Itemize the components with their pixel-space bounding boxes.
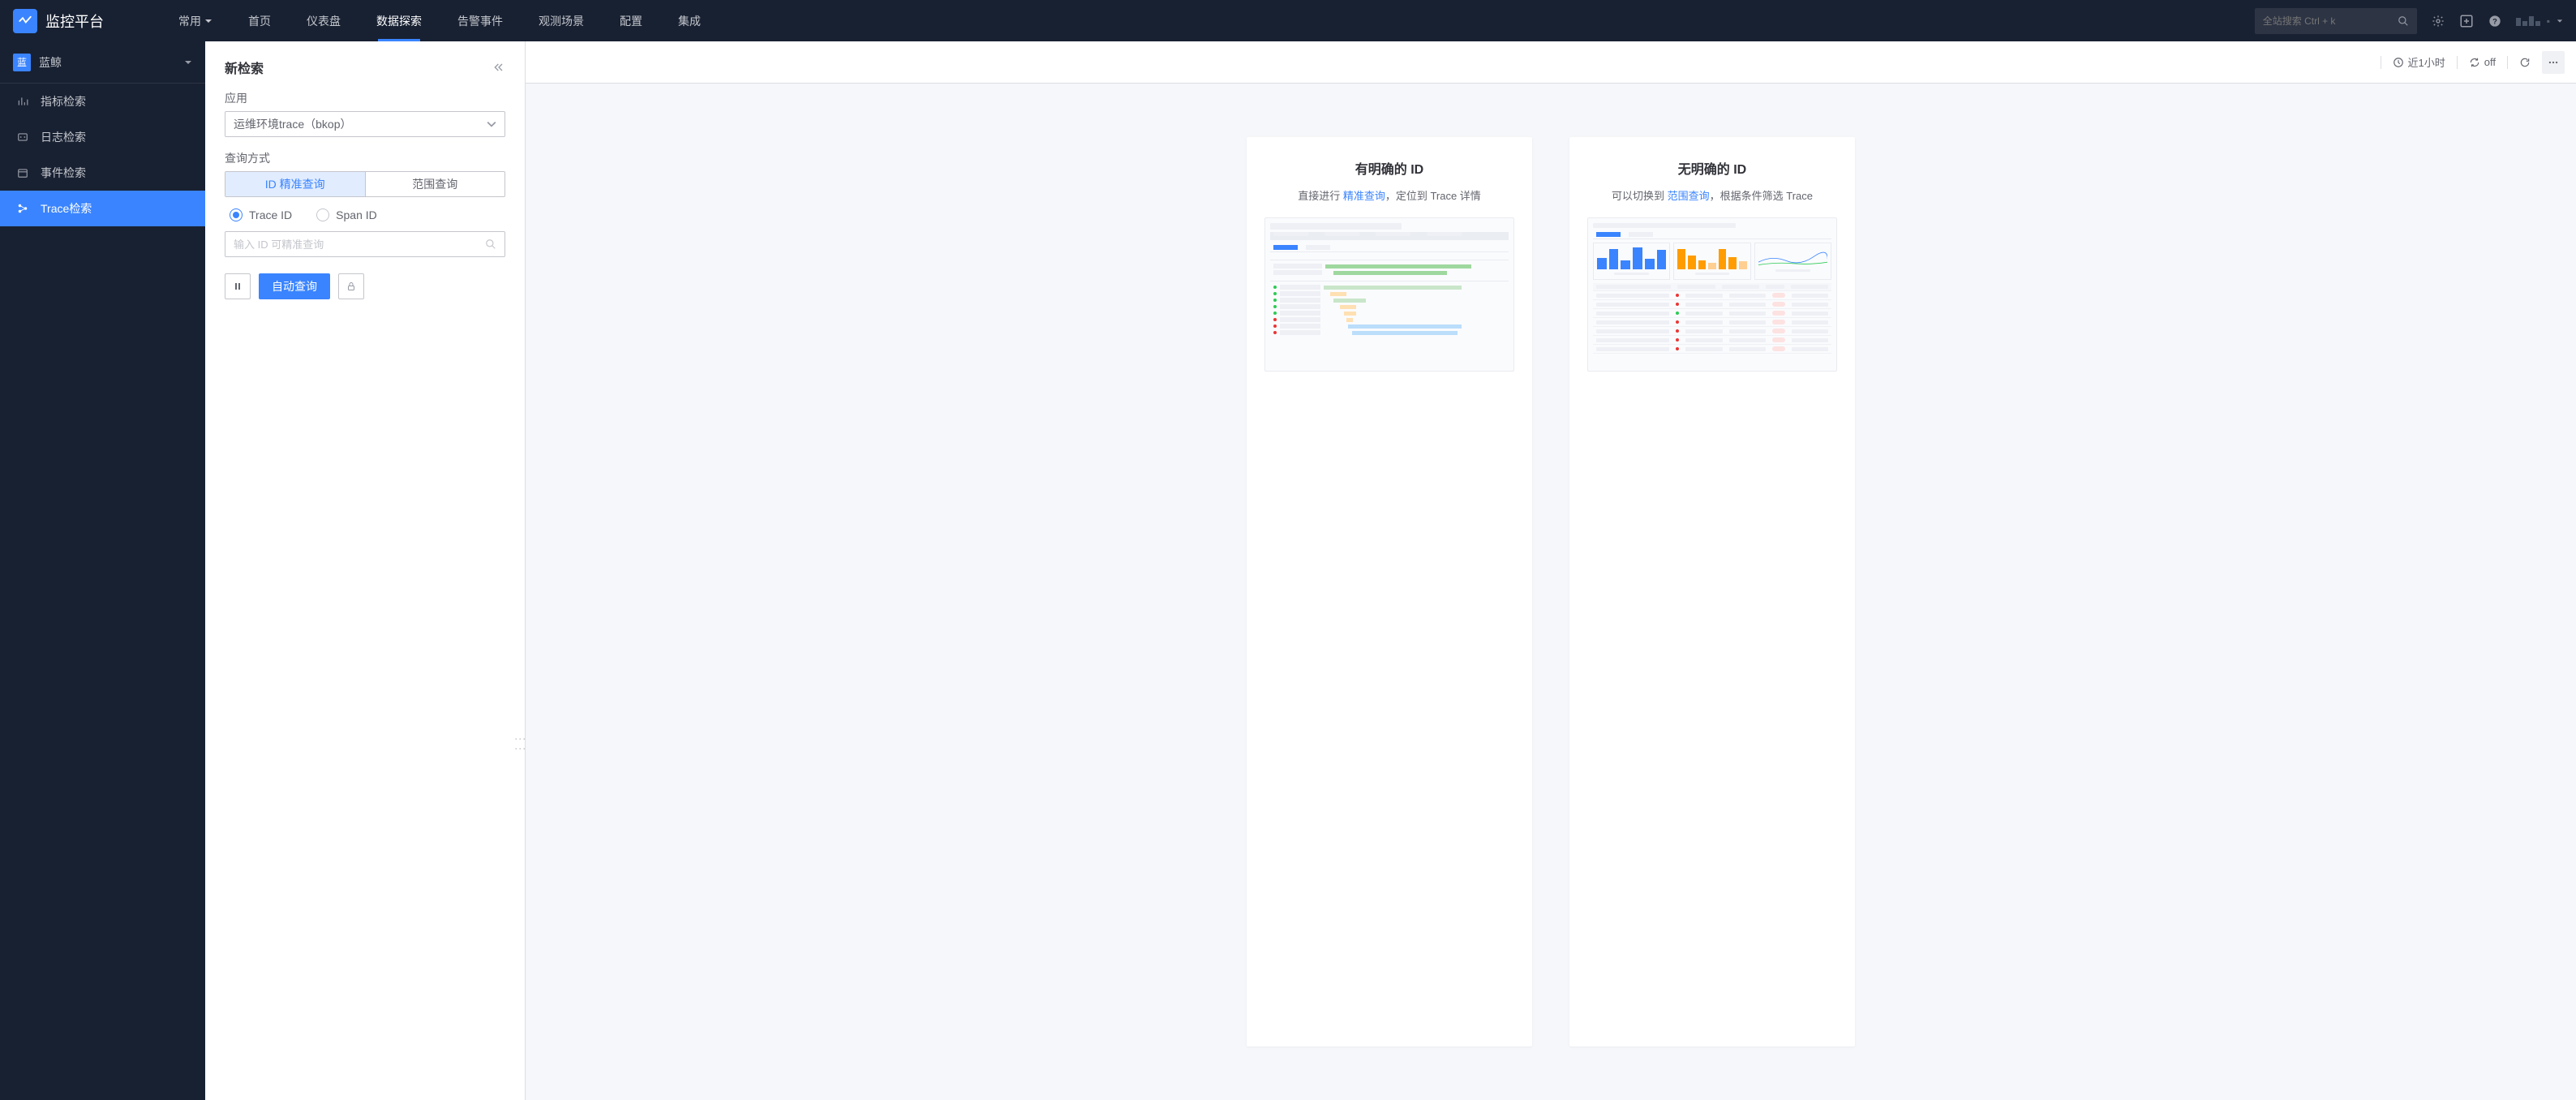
business-selector[interactable]: 蓝 蓝鲸 [0, 41, 205, 84]
tab-id-precise[interactable]: ID 精准查询 [225, 172, 366, 196]
caret-down-icon [184, 58, 192, 67]
card-title: 无明确的 ID [1587, 158, 1837, 178]
app-select[interactable]: 运维环境trace（bkop） [225, 111, 505, 137]
search-panel: 新检索 应用 运维环境trace（bkop） 查询方式 ID 精准查询 范围查询… [205, 41, 526, 1100]
logo-block[interactable]: 监控平台 [13, 9, 104, 33]
sidebar-item-label: Trace检索 [41, 200, 92, 217]
query-mode-label: 查询方式 [225, 150, 505, 166]
card-desc: 可以切换到 范围查询，根据条件筛选 Trace [1587, 187, 1837, 203]
settings-icon[interactable] [2432, 15, 2445, 28]
auto-query-button[interactable]: 自动查询 [259, 273, 330, 299]
main-content: 近1小时 off 有明确的 ID 直接进行 精准查询，定位到 Trace 详情 [526, 41, 2576, 1100]
radio-trace-id[interactable]: Trace ID [230, 208, 292, 221]
nav-home[interactable]: 首页 [230, 0, 289, 41]
radio-span-id[interactable]: Span ID [316, 208, 377, 221]
nav-dropdown-label: 常用 [178, 13, 201, 29]
query-mode-tabs: ID 精准查询 范围查询 [225, 171, 505, 197]
global-search-input[interactable] [2263, 15, 2398, 27]
calendar-icon [16, 167, 29, 178]
preview-range-query [1587, 217, 1837, 372]
caret-down-icon [2557, 18, 2563, 24]
sidebar-item-events[interactable]: 事件检索 [0, 155, 205, 191]
search-icon[interactable] [485, 238, 496, 250]
app-header: 监控平台 常用 首页 仪表盘 数据探索 告警事件 观测场景 配置 集成 ? [0, 0, 2576, 41]
app-label: 应用 [225, 90, 505, 106]
panel-actions: 自动查询 [225, 273, 505, 299]
auto-refresh-toggle[interactable]: off [2469, 56, 2496, 68]
pause-icon [233, 281, 243, 291]
more-button[interactable] [2542, 51, 2565, 74]
precise-query-link[interactable]: 精准查询 [1343, 190, 1385, 202]
business-name: 蓝鲸 [39, 54, 184, 71]
pause-button[interactable] [225, 273, 251, 299]
nav-observe[interactable]: 观测场景 [521, 0, 602, 41]
id-input[interactable] [234, 238, 485, 251]
add-icon[interactable] [2459, 14, 2474, 28]
id-type-radios: Trace ID Span ID [225, 208, 505, 221]
more-icon [2548, 57, 2559, 68]
preview-trace-detail [1264, 217, 1514, 372]
clock-icon [2393, 57, 2404, 68]
guide-cards: 有明确的 ID 直接进行 精准查询，定位到 Trace 详情 [526, 84, 2576, 1100]
nav-config[interactable]: 配置 [602, 0, 660, 41]
time-range-picker[interactable]: 近1小时 [2393, 54, 2445, 70]
refresh-cycle-icon [2469, 57, 2480, 68]
nav-dashboard[interactable]: 仪表盘 [289, 0, 358, 41]
global-search[interactable] [2255, 8, 2417, 34]
sidebar-item-trace[interactable]: Trace检索 [0, 191, 205, 226]
refresh-button[interactable] [2519, 57, 2531, 68]
sidebar-item-label: 事件检索 [41, 165, 86, 181]
sidebar-item-label: 日志检索 [41, 129, 86, 145]
id-input-wrapper [225, 231, 505, 257]
sidebar: 蓝 蓝鲸 指标检索 日志检索 事件检索 Trace检索 [0, 41, 205, 1100]
user-block[interactable]: ▪ [2516, 15, 2563, 27]
radio-circle-icon [316, 208, 329, 221]
collapse-panel-button[interactable] [492, 61, 505, 74]
caret-down-icon [204, 17, 213, 25]
range-query-link[interactable]: 范围查询 [1668, 190, 1710, 202]
logs-icon [16, 131, 29, 143]
card-desc: 直接进行 精准查询，定位到 Trace 详情 [1264, 187, 1514, 203]
lock-button[interactable] [338, 273, 364, 299]
sound-bars-icon [2516, 16, 2540, 26]
trace-icon [16, 203, 29, 214]
top-nav: 常用 首页 仪表盘 数据探索 告警事件 观测场景 配置 集成 [161, 0, 719, 41]
logo-text: 监控平台 [45, 11, 104, 32]
card-has-id: 有明确的 ID 直接进行 精准查询，定位到 Trace 详情 [1247, 137, 1532, 1046]
sidebar-item-label: 指标检索 [41, 93, 86, 110]
lock-icon [346, 281, 356, 291]
header-right: ? ▪ [2255, 8, 2563, 34]
logo-icon [13, 9, 37, 33]
svg-text:?: ? [2492, 17, 2497, 25]
nav-common-dropdown[interactable]: 常用 [161, 0, 230, 41]
bar-chart-icon [16, 96, 29, 107]
main-toolbar: 近1小时 off [526, 41, 2576, 84]
card-no-id: 无明确的 ID 可以切换到 范围查询，根据条件筛选 Trace [1569, 137, 1855, 1046]
tab-range-query[interactable]: 范围查询 [366, 172, 505, 196]
sidebar-item-metrics[interactable]: 指标检索 [0, 84, 205, 119]
app-select-value: 运维环境trace（bkop） [234, 116, 351, 132]
card-title: 有明确的 ID [1264, 158, 1514, 178]
radio-circle-icon [230, 208, 243, 221]
nav-data-explore[interactable]: 数据探索 [358, 0, 440, 41]
help-icon[interactable]: ? [2488, 15, 2501, 28]
nav-alerts[interactable]: 告警事件 [440, 0, 521, 41]
chevron-down-icon [487, 119, 496, 129]
panel-title: 新检索 [225, 58, 264, 77]
sidebar-item-logs[interactable]: 日志检索 [0, 119, 205, 155]
nav-integrations[interactable]: 集成 [660, 0, 719, 41]
refresh-icon [2519, 57, 2531, 68]
search-icon [2398, 15, 2409, 27]
business-badge: 蓝 [13, 54, 31, 71]
